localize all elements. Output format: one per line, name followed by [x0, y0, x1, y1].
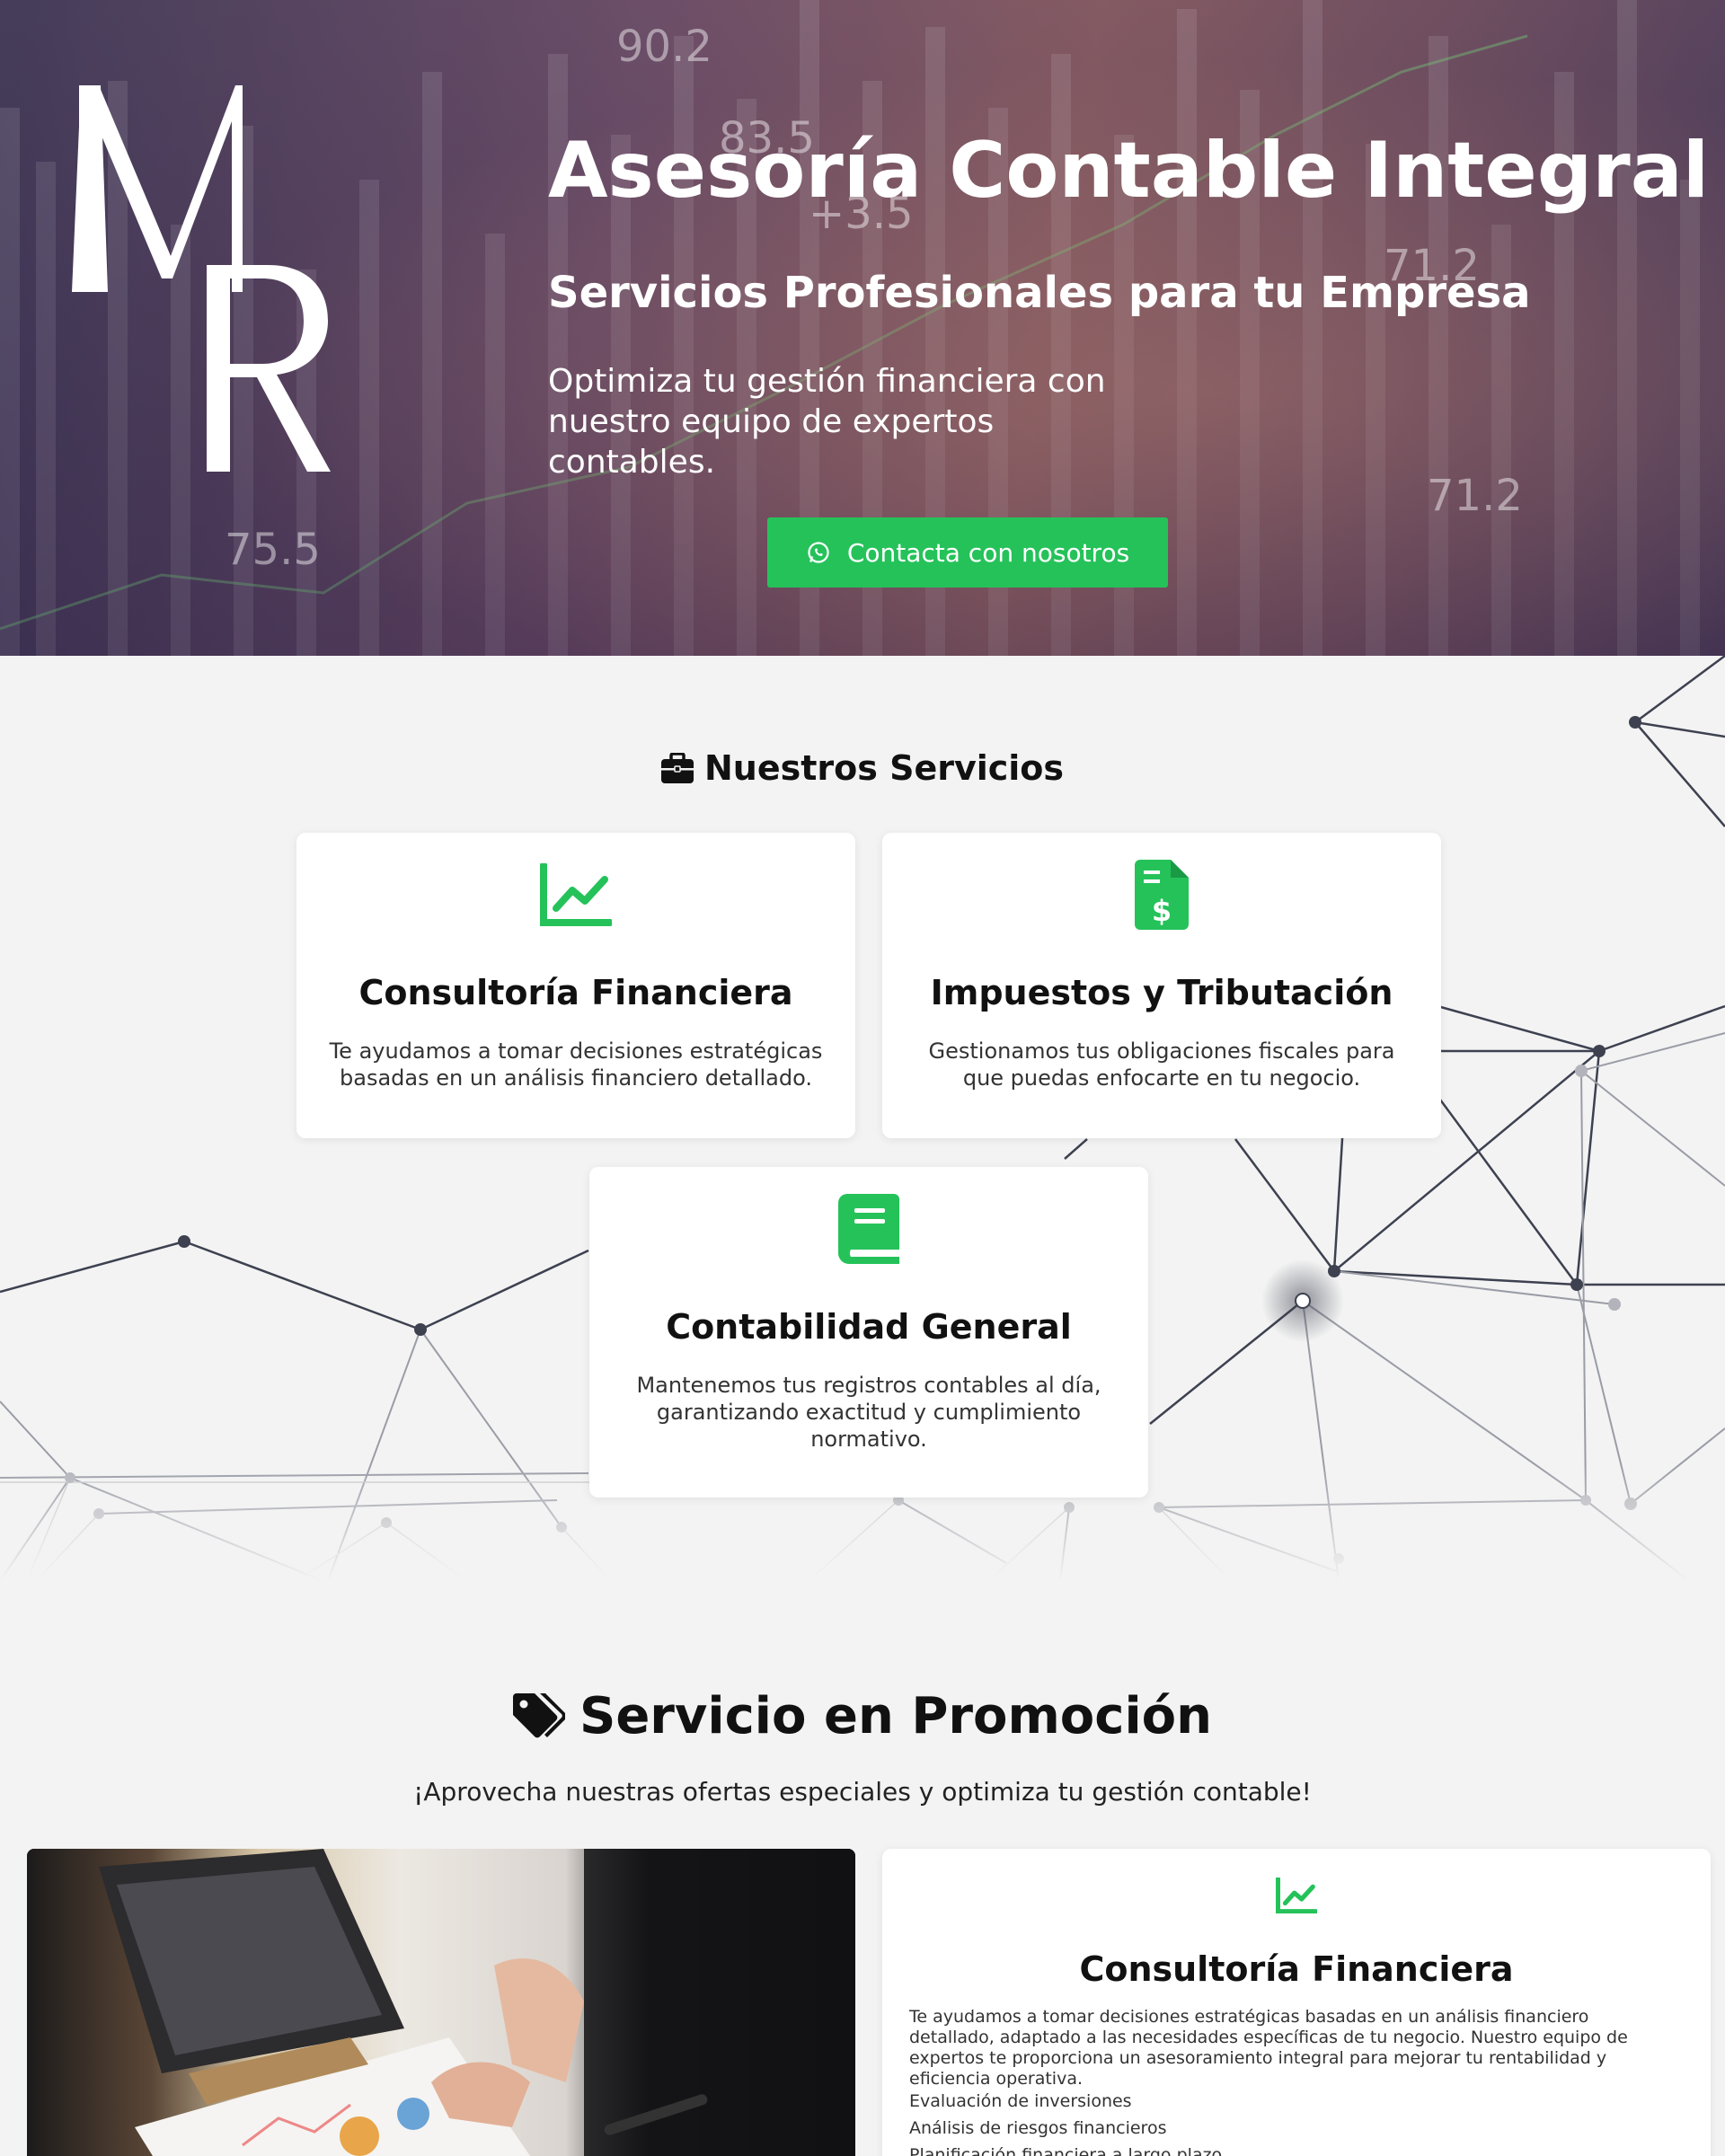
- hero-subtitle: Servicios Profesionales para tu Empresa: [548, 268, 1531, 318]
- service-card-description: Gestionamos tus obligaciones fiscales pa…: [928, 1038, 1395, 1091]
- logo: MR: [72, 85, 331, 472]
- service-card-title: Impuestos y Tributación: [930, 973, 1393, 1012]
- services-title: Nuestros Servicios: [703, 748, 1065, 788]
- services-heading: Nuestros Servicios: [0, 748, 1725, 788]
- promo-heading: Servicio en Promoción: [0, 1687, 1725, 1745]
- service-card-description: Te ayudamos a tomar decisiones estratégi…: [329, 1038, 823, 1091]
- hero-section: 90.2 83.5 +3.5 71.2 75.5 71.2 MR Asesorí…: [0, 0, 1725, 656]
- service-card: Consultoría Financiera Te ayudamos a tom…: [296, 833, 855, 1138]
- promo-feature-item: Evaluación de inversiones: [909, 2091, 1132, 2111]
- promo-photo: [27, 1849, 855, 2156]
- service-card: $ Impuestos y Tributación Gestionamos tu…: [882, 833, 1441, 1138]
- promo-card-title: Consultoría Financiera: [1079, 1949, 1514, 1989]
- tags-icon: [512, 1692, 565, 1737]
- contact-button[interactable]: Contacta con nosotros: [767, 517, 1168, 588]
- hero-bg-number: 71.2: [1427, 471, 1523, 521]
- promo-card: Consultoría Financiera Te ayudamos a tom…: [882, 1849, 1711, 2156]
- service-card-title: Contabilidad General: [666, 1307, 1072, 1347]
- chart-line-icon: [540, 863, 612, 926]
- promo-feature-item: Planificación financiera a largo plazo: [909, 2145, 1223, 2156]
- invoice-dollar-icon: $: [1135, 860, 1189, 930]
- hero-bg-number: 90.2: [616, 22, 712, 72]
- service-card: Contabilidad General Mantenemos tus regi…: [589, 1167, 1148, 1498]
- hero-bg-number: 75.5: [225, 525, 321, 575]
- service-card-description: Mantenemos tus registros contables al dí…: [636, 1373, 1101, 1452]
- svg-text:$: $: [1152, 894, 1172, 928]
- hero-title: Asesoría Contable Integral: [548, 126, 1710, 216]
- whatsapp-icon: [808, 542, 829, 563]
- chart-line-icon: [1276, 1878, 1317, 1913]
- promo-image: [27, 1849, 855, 2156]
- promo-feature-list: Evaluación de inversiones Análisis de ri…: [909, 2088, 1222, 2156]
- promo-subtitle: ¡Aprovecha nuestras ofertas especiales y…: [413, 1777, 1312, 1807]
- promo-title: Servicio en Promoción: [579, 1687, 1213, 1745]
- contact-button-label: Contacta con nosotros: [846, 537, 1130, 568]
- hero-description: Optimiza tu gestión financiera con nuest…: [548, 363, 1106, 481]
- book-icon: [838, 1194, 899, 1264]
- service-card-title: Consultoría Financiera: [358, 973, 793, 1012]
- promo-feature-item: Análisis de riesgos financieros: [909, 2118, 1167, 2138]
- promo-card-description: Te ayudamos a tomar decisiones estratégi…: [909, 2007, 1628, 2089]
- briefcase-icon: [660, 753, 694, 783]
